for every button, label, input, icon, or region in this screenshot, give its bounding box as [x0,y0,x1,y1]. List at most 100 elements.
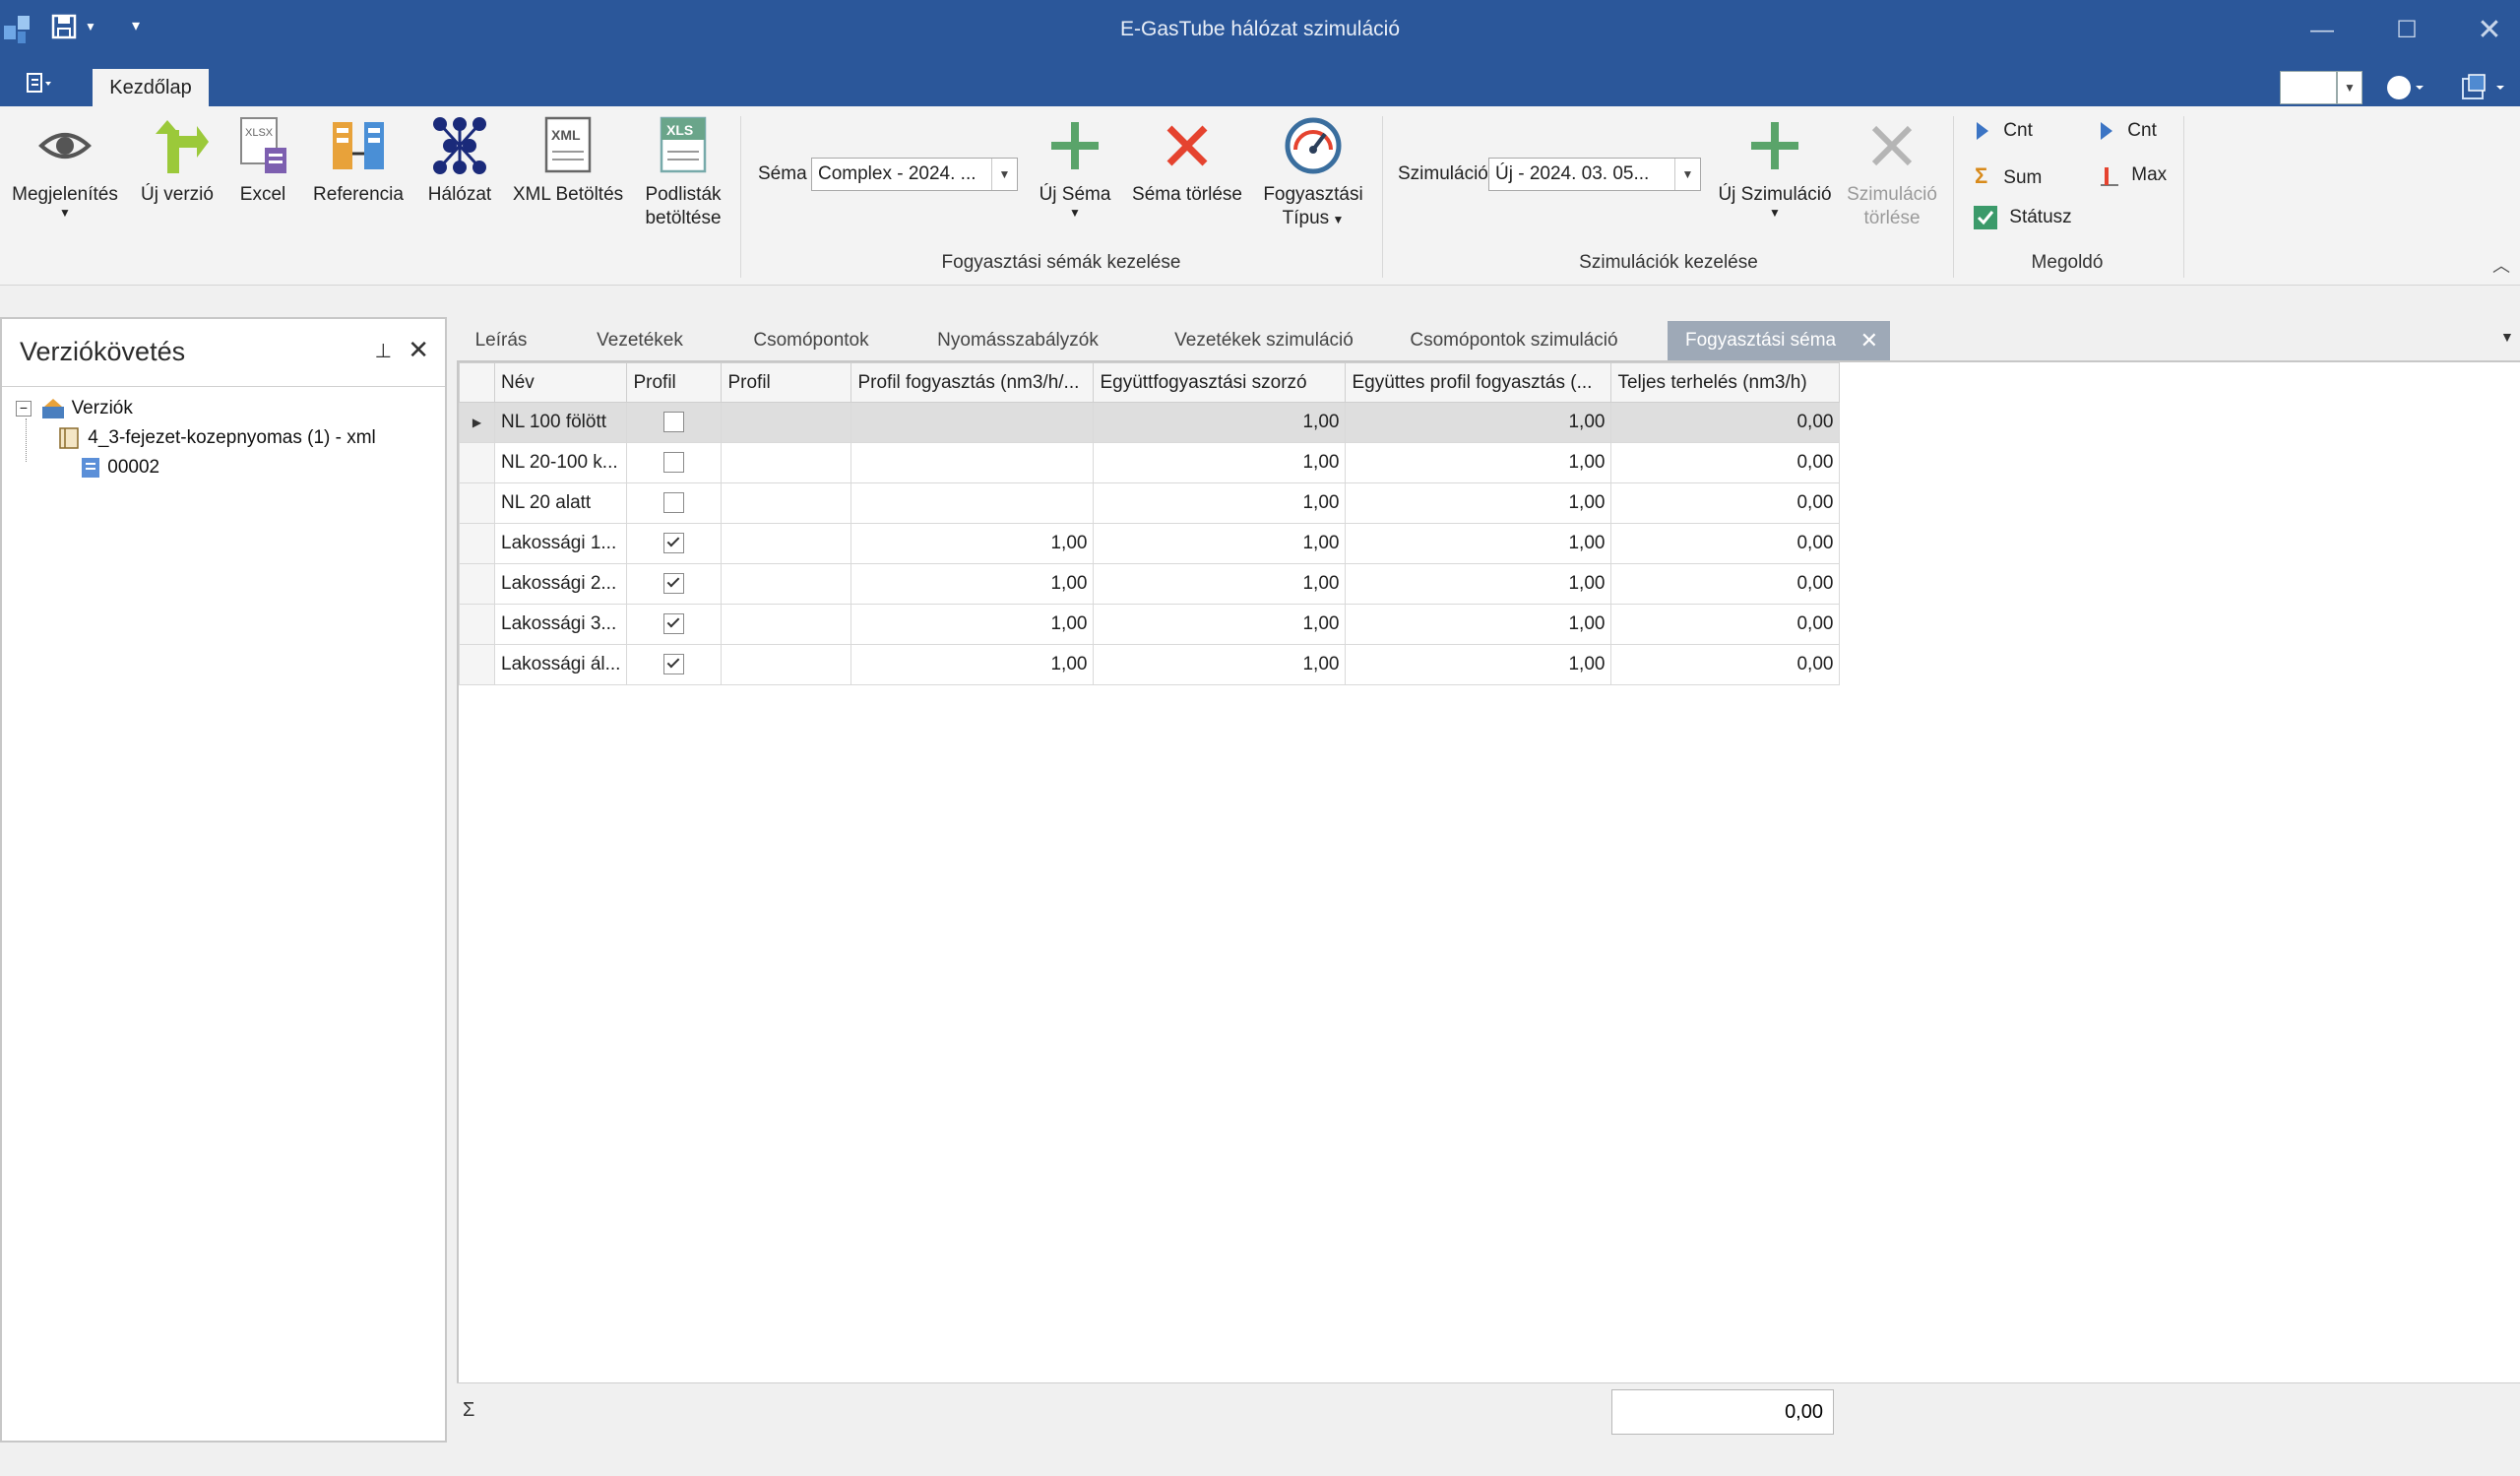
sum-item[interactable]: Σ Sum [1975,163,2042,189]
cell-egyuttes[interactable]: 1,00 [1345,604,1612,645]
cell-profil-fogyasztas[interactable] [850,442,1095,483]
xml-betoltes-button[interactable]: XML XML Betöltés [508,114,628,207]
uj-sema-button[interactable]: Új Séma ▼ [1034,114,1116,219]
cell-profil2[interactable] [721,442,852,483]
tab-overflow-icon[interactable]: ▼ [2500,329,2514,345]
table-row[interactable]: Lakossági 3... 1,00 1,00 1,00 0,00 [459,604,1841,645]
close-window-icon[interactable]: ✕ [2467,10,2512,51]
column-header[interactable]: Együttes profil fogyasztás (... [1345,362,1612,403]
profil-checkbox[interactable] [663,452,685,474]
table-row[interactable]: ▶ NL 100 fölött 1,00 1,00 0,00 [459,402,1841,443]
cell-szorzo[interactable]: 1,00 [1093,604,1347,645]
application-menu-button[interactable] [14,71,63,100]
cell-szorzo[interactable]: 1,00 [1093,442,1347,483]
cell-profil[interactable] [626,523,723,564]
profil-checkbox[interactable] [663,533,685,554]
cell-profil-fogyasztas[interactable]: 1,00 [850,604,1095,645]
cell-profil-fogyasztas[interactable]: 1,00 [850,644,1095,685]
tree-node-xml[interactable]: 4_3-fejezet-kozepnyomas (1) - xml [57,426,376,450]
cell-nev[interactable]: Lakossági 1... [493,523,628,564]
chevron-down-icon[interactable]: ▼ [991,159,1017,190]
cell-terheles[interactable]: 0,00 [1610,442,1841,483]
cell-profil2[interactable] [721,402,852,443]
profil-checkbox[interactable] [663,412,685,433]
fogyasztasi-tipus-button[interactable]: Fogyasztási Típus ▼ [1256,114,1370,231]
cell-profil[interactable] [626,402,723,443]
excel-button[interactable]: XLSX Excel [228,114,297,207]
skin-selector-box[interactable] [2280,71,2337,104]
column-header[interactable]: Együttfogyasztási szorzó [1093,362,1347,403]
szimulacio-combo[interactable]: Új - 2024. 03. 05... ▼ [1488,158,1701,191]
cell-nev[interactable]: Lakossági 3... [493,604,628,645]
collapse-toggle-icon[interactable]: − [16,401,32,417]
tab-csomopontok-szimulacio[interactable]: Csomópontok szimuláció [1406,321,1622,360]
max-item[interactable]: Max [2097,163,2167,187]
tab-vezetekek-szimulacio[interactable]: Vezetékek szimuláció [1160,321,1368,360]
table-row[interactable]: Lakossági 2... 1,00 1,00 1,00 0,00 [459,563,1841,605]
cell-egyuttes[interactable]: 1,00 [1345,644,1612,685]
sema-combo[interactable]: Complex - 2024. ... ▼ [811,158,1018,191]
column-header[interactable]: Profil [626,362,723,403]
profil-checkbox[interactable] [663,573,685,595]
megjelenites-button[interactable]: Megjelenítés ▼ [4,114,126,219]
cell-profil2[interactable] [721,644,852,685]
cell-profil2[interactable] [721,523,852,564]
skin-selector-arrow-icon[interactable]: ▼ [2337,71,2362,104]
tab-kezdolap[interactable]: Kezdőlap [93,69,209,106]
column-header[interactable]: Profil [721,362,852,403]
collapse-ribbon-icon[interactable]: ︿ [2492,252,2510,278]
cell-profil[interactable] [626,442,723,483]
profil-checkbox[interactable] [663,654,685,675]
maximize-icon[interactable]: ☐ [2384,10,2429,51]
cell-szorzo[interactable]: 1,00 [1093,523,1347,564]
halozat-button[interactable]: Hálózat [417,114,502,207]
cell-nev[interactable]: NL 20 alatt [493,482,628,524]
cell-nev[interactable]: NL 20-100 k... [493,442,628,483]
column-header[interactable]: Név [493,362,628,403]
uj-szimulacio-button[interactable]: Új Szimuláció ▼ [1713,114,1837,219]
cell-profil-fogyasztas[interactable]: 1,00 [850,523,1095,564]
cell-profil2[interactable] [721,563,852,605]
statusz-item[interactable]: Státusz [1973,205,2072,230]
palette-icon[interactable] [2386,75,2426,105]
close-panel-icon[interactable]: ✕ [408,335,429,365]
tab-leiras[interactable]: Leírás [459,321,543,360]
cell-szorzo[interactable]: 1,00 [1093,563,1347,605]
cell-profil-fogyasztas[interactable] [850,402,1095,443]
sema-torlese-button[interactable]: Séma törlése [1126,114,1248,207]
cell-terheles[interactable]: 0,00 [1610,563,1841,605]
help-options-icon[interactable] [2459,73,2508,107]
cell-profil-fogyasztas[interactable] [850,482,1095,524]
cell-profil2[interactable] [721,604,852,645]
profil-checkbox[interactable] [663,492,685,514]
cell-profil[interactable] [626,644,723,685]
table-row[interactable]: NL 20 alatt 1,00 1,00 0,00 [459,482,1841,524]
cell-profil-fogyasztas[interactable]: 1,00 [850,563,1095,605]
tab-vezetekek[interactable]: Vezetékek [583,321,697,360]
referencia-button[interactable]: Referencia [307,114,410,207]
close-tab-icon[interactable]: ✕ [1860,321,1878,360]
tab-csomopontok[interactable]: Csomópontok [740,321,882,360]
cell-terheles[interactable]: 0,00 [1610,604,1841,645]
tree-node-root[interactable]: − Verziók [16,397,133,420]
cell-profil[interactable] [626,482,723,524]
cell-nev[interactable]: Lakossági 2... [493,563,628,605]
cell-terheles[interactable]: 0,00 [1610,402,1841,443]
chevron-down-icon[interactable]: ▼ [1674,159,1700,190]
cell-profil[interactable] [626,563,723,605]
column-header[interactable]: Teljes terhelés (nm3/h) [1610,362,1841,403]
cell-terheles[interactable]: 0,00 [1610,523,1841,564]
cell-egyuttes[interactable]: 1,00 [1345,402,1612,443]
cell-nev[interactable]: NL 100 fölött [493,402,628,443]
cell-egyuttes[interactable]: 1,00 [1345,563,1612,605]
szimulacio-torlese-button[interactable]: Szimuláció törlése [1843,114,1941,230]
cell-nev[interactable]: Lakossági ál... [493,644,628,685]
profil-checkbox[interactable] [663,613,685,635]
tab-fogyasztasi-sema[interactable]: Fogyasztási séma ✕ [1668,321,1890,360]
table-row[interactable]: Lakossági 1... 1,00 1,00 1,00 0,00 [459,523,1841,564]
cell-terheles[interactable]: 0,00 [1610,482,1841,524]
table-row[interactable]: Lakossági ál... 1,00 1,00 1,00 0,00 [459,644,1841,685]
cell-egyuttes[interactable]: 1,00 [1345,523,1612,564]
cell-szorzo[interactable]: 1,00 [1093,482,1347,524]
cell-terheles[interactable]: 0,00 [1610,644,1841,685]
